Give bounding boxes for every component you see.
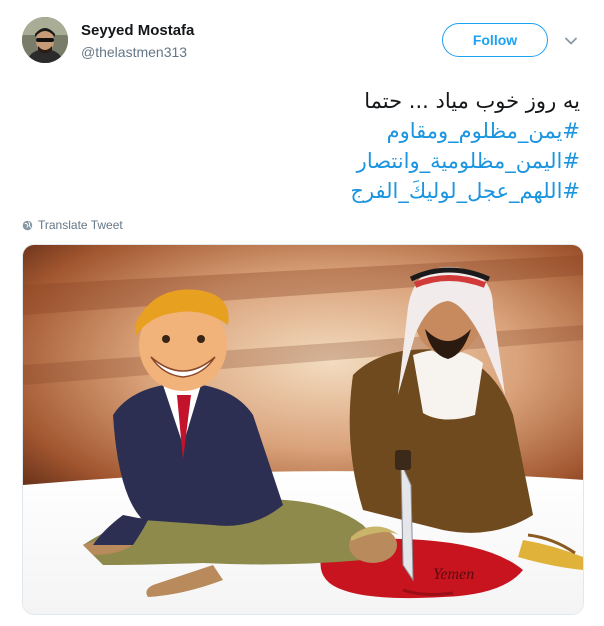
tweet-card: Seyyed Mostafa @thelastmen313 Follow یه …: [0, 0, 604, 626]
follow-button[interactable]: Follow: [442, 23, 548, 57]
hashtag-link[interactable]: #یمن_مظلوم_ومقاوم: [40, 116, 580, 146]
chevron-down-icon[interactable]: [563, 33, 579, 49]
hashtag-link[interactable]: #اليمن_مظلومية_وانتصار: [40, 146, 580, 176]
tweet-media-image[interactable]: Yemen: [22, 244, 584, 615]
author-handle[interactable]: @thelastmen313: [81, 44, 187, 60]
author-display-name[interactable]: Seyyed Mostafa: [81, 22, 194, 39]
avatar[interactable]: [22, 17, 68, 63]
tweet-text-line: یه روز خوب میاد ... حتما: [364, 89, 580, 113]
translate-tweet-link[interactable]: Translate Tweet: [22, 218, 123, 232]
yemen-caption: Yemen: [433, 566, 474, 583]
translate-label: Translate Tweet: [38, 218, 123, 232]
tweet-text: یه روز خوب میاد ... حتما #یمن_مظلوم_ومقا…: [40, 86, 580, 206]
hashtag-link[interactable]: #اللهم_عجل_لوليكَ_الفرج: [40, 176, 580, 206]
globe-icon: [22, 220, 33, 231]
